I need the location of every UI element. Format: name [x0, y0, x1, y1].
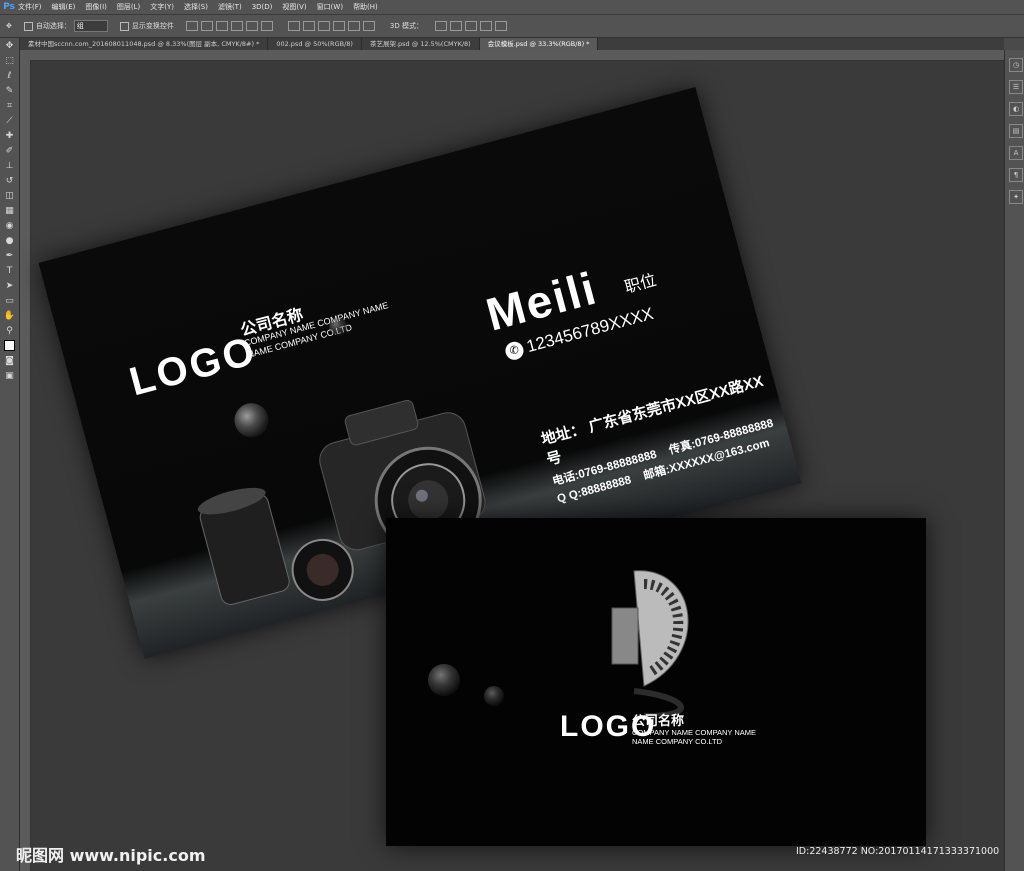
menu-3d[interactable]: 3D(D)	[252, 3, 273, 11]
distribute-right-icon[interactable]	[362, 21, 375, 31]
options-bar: ✥ 自动选择： 组 显示变换控件 3D 模式：	[0, 15, 1024, 38]
right-panel-dock: ◷ ☰ ◐ ▤ A ¶ ✦	[1004, 50, 1024, 871]
hand-icon[interactable]: ✋	[3, 310, 16, 322]
show-transform-group: 显示变换控件	[119, 21, 174, 31]
scale-3d-icon[interactable]	[494, 21, 507, 31]
distribute-top-icon[interactable]	[287, 21, 300, 31]
layers-panel-icon[interactable]: ▤	[1009, 124, 1023, 138]
healing-icon[interactable]: ✚	[3, 130, 16, 142]
menu-window[interactable]: 窗口(W)	[317, 2, 343, 12]
character-panel-icon[interactable]: A	[1009, 146, 1023, 160]
front-logo: LOGO	[125, 328, 262, 405]
photoshop-logo-icon[interactable]: Ps	[0, 2, 18, 12]
dodge-icon[interactable]: ●	[3, 235, 16, 247]
menu-file[interactable]: 文件(F)	[18, 2, 42, 12]
image-id-text: ID:22438772 NO:20170114171333371000	[796, 846, 1000, 857]
menu-select[interactable]: 选择(S)	[184, 2, 208, 12]
tab-doc-4[interactable]: 会议模板.psd @ 33.3%(RGB/8) *	[479, 38, 599, 50]
align-left-icon[interactable]	[230, 21, 243, 31]
eyedropper-icon[interactable]: ⟋	[3, 115, 16, 127]
back-company-en2: NAME COMPANY CO.LTD	[632, 737, 723, 746]
eraser-icon[interactable]: ◫	[3, 190, 16, 202]
auto-select-dropdown[interactable]: 组	[73, 20, 108, 32]
distribute-left-icon[interactable]	[332, 21, 345, 31]
distribute-vcenter-icon[interactable]	[302, 21, 315, 31]
align-buttons	[185, 21, 276, 31]
slide-3d-icon[interactable]	[479, 21, 492, 31]
show-transform-checkbox[interactable]	[119, 21, 129, 31]
bokeh-circle	[484, 686, 504, 706]
move-icon[interactable]: ✥	[3, 40, 16, 52]
align-right-icon[interactable]	[260, 21, 273, 31]
back-business-card[interactable]: LOGO 公司名称 COMPANY NAME COMPANY NAME NAME…	[386, 518, 926, 846]
align-top-icon[interactable]	[185, 21, 198, 31]
align-bottom-icon[interactable]	[215, 21, 228, 31]
styles-panel-icon[interactable]: ✦	[1009, 190, 1023, 204]
back-company-en1: COMPANY NAME COMPANY NAME	[632, 728, 757, 737]
align-hcenter-icon[interactable]	[245, 21, 258, 31]
quick-mask-icon[interactable]: ◙	[3, 355, 16, 367]
move-tool-icon[interactable]: ✥	[6, 22, 12, 30]
tab-doc-3[interactable]: 茶艺展架.psd @ 12.5%(CMYK/8)	[362, 38, 480, 50]
distribute-buttons	[287, 21, 378, 31]
path-select-icon[interactable]: ➤	[3, 280, 16, 292]
front-position: 职位	[622, 272, 659, 297]
quick-select-icon[interactable]: ✎	[3, 85, 16, 97]
auto-select-group: 自动选择： 组	[23, 20, 108, 32]
menu-view[interactable]: 视图(V)	[282, 2, 306, 12]
mode3d-label: 3D 模式：	[389, 22, 423, 30]
menu-layer[interactable]: 图层(L)	[117, 2, 140, 12]
bokeh-circle	[428, 664, 460, 696]
back-company-cn: 公司名称	[632, 713, 685, 728]
menu-edit[interactable]: 编辑(E)	[52, 2, 76, 12]
roll-3d-icon[interactable]	[449, 21, 462, 31]
ruler-horizontal[interactable]	[20, 50, 1004, 61]
film-reel-icon	[611, 570, 689, 716]
lasso-icon[interactable]: ℓ	[3, 70, 16, 82]
brush-icon[interactable]: ✐	[3, 145, 16, 157]
tools-panel: ✥ ⬚ ℓ ✎ ⌗ ⟋ ✚ ✐ ⊥ ↺ ◫ ▦ ◉ ● ✒ T ➤ ▭ ✋ ⚲ …	[0, 38, 20, 871]
shape-icon[interactable]: ▭	[3, 295, 16, 307]
pen-icon[interactable]: ✒	[3, 250, 16, 262]
distribute-bottom-icon[interactable]	[317, 21, 330, 31]
distribute-hcenter-icon[interactable]	[347, 21, 360, 31]
rotate-3d-icon[interactable]	[434, 21, 447, 31]
menu-bar: Ps 文件(F) 编辑(E) 图像(I) 图层(L) 文字(Y) 选择(S) 滤…	[0, 0, 1024, 15]
align-vcenter-icon[interactable]	[200, 21, 213, 31]
phone-icon: ✆	[503, 339, 526, 362]
document-tabs: 素材中国sccnn.com_20160801104​8.psd @ 8.33%(…	[20, 38, 1004, 50]
front-contact-block: 地址： 广东省东莞市XX区XX路XX号 电话:0769-88888888 传真:…	[539, 367, 792, 506]
gradient-icon[interactable]: ▦	[3, 205, 16, 217]
drag-3d-icon[interactable]	[464, 21, 477, 31]
menu-type[interactable]: 文字(Y)	[150, 2, 174, 12]
menu-help[interactable]: 帮助(H)	[353, 2, 378, 12]
crop-icon[interactable]: ⌗	[3, 100, 16, 112]
adjustments-panel-icon[interactable]: ◐	[1009, 102, 1023, 116]
show-transform-label: 显示变换控件	[131, 22, 174, 30]
color-swatches-icon[interactable]	[3, 340, 16, 352]
screen-mode-icon[interactable]: ▣	[3, 370, 16, 382]
mode3d-buttons	[434, 21, 510, 31]
zoom-icon[interactable]: ⚲	[3, 325, 16, 337]
auto-select-checkbox[interactable]	[23, 21, 33, 31]
watermark: 昵图网 www.nipic.com	[16, 846, 206, 865]
blur-icon[interactable]: ◉	[3, 220, 16, 232]
history-panel-icon[interactable]: ◷	[1009, 58, 1023, 72]
marquee-icon[interactable]: ⬚	[3, 55, 16, 67]
properties-panel-icon[interactable]: ☰	[1009, 80, 1023, 94]
auto-select-label: 自动选择：	[35, 22, 71, 30]
tab-doc-2[interactable]: 002.psd @ 50%(RGB/8)	[268, 38, 362, 50]
stamp-icon[interactable]: ⊥	[3, 160, 16, 172]
ruler-vertical[interactable]	[20, 60, 31, 871]
history-brush-icon[interactable]: ↺	[3, 175, 16, 187]
tab-doc-1[interactable]: 素材中国sccnn.com_20160801104​8.psd @ 8.33%(…	[20, 38, 269, 50]
menu-filter[interactable]: 滤镜(T)	[218, 2, 242, 12]
menu-image[interactable]: 图像(I)	[85, 2, 107, 12]
type-icon[interactable]: T	[3, 265, 16, 277]
paragraph-panel-icon[interactable]: ¶	[1009, 168, 1023, 182]
